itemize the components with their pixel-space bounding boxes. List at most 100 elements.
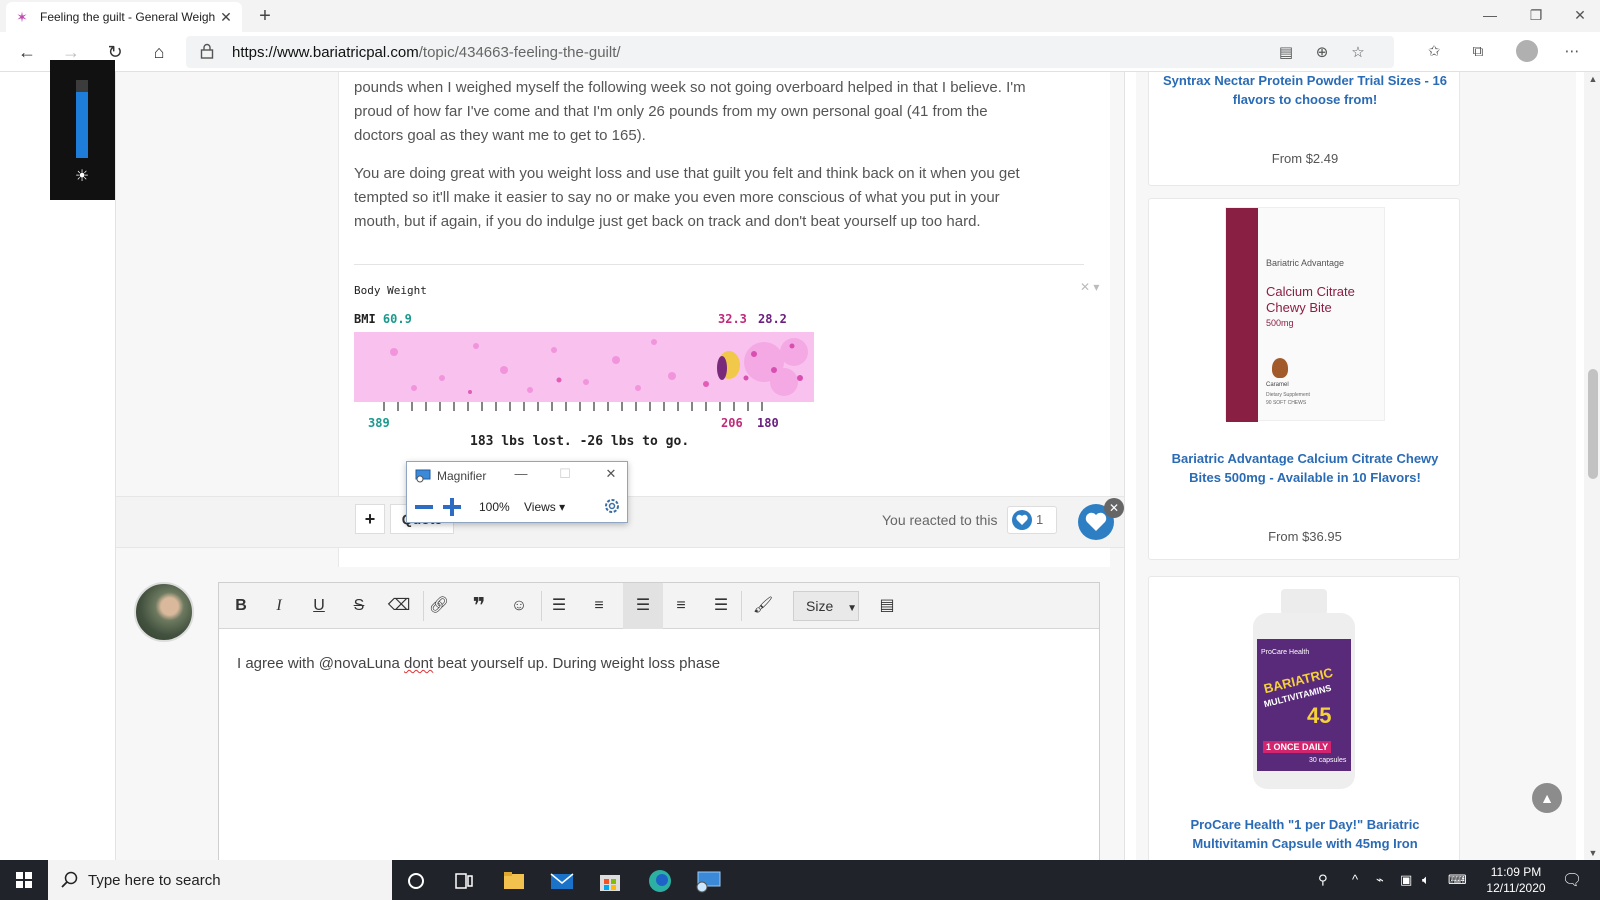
magnifier-maximize-button[interactable]: ☐ [555, 466, 575, 482]
magnifier-icon [415, 469, 431, 483]
product-title[interactable]: ProCare Health "1 per Day!" Bariatric Mu… [1159, 815, 1451, 853]
minimize-button[interactable]: — [1468, 0, 1512, 32]
home-icon[interactable]: ⌂ [144, 38, 174, 66]
notification-icon[interactable]: 🗨︎ [1562, 870, 1582, 890]
strikethrough-icon[interactable]: S [341, 591, 377, 621]
product-price: From $2.49 [1271, 151, 1339, 166]
number-list-icon[interactable]: ≡ [581, 591, 617, 621]
magnifier-title: Magnifier [437, 469, 487, 483]
calcium-package-image[interactable]: Bariatric Advantage Calcium Citrate Chew… [1225, 207, 1385, 422]
editor-text[interactable]: I agree with @novaLuna dont beat yoursel… [237, 655, 720, 672]
collections-icon[interactable]: ⧉ [1468, 42, 1488, 62]
pkg-line2: Chewy Bite [1266, 300, 1332, 315]
product-card[interactable]: ProCare Health BARIATRIC MULTIVITAMINS 4… [1148, 576, 1460, 860]
product-card[interactable]: Syntrax Nectar Protein Powder Trial Size… [1148, 72, 1460, 186]
close-badge-icon[interactable]: ✕ [1104, 498, 1124, 518]
product-card[interactable]: Bariatric Advantage Calcium Citrate Chew… [1148, 198, 1460, 560]
product-title[interactable]: Bariatric Advantage Calcium Citrate Chew… [1159, 449, 1451, 487]
task-view-icon[interactable] [444, 866, 484, 896]
ticker-hide-icon[interactable]: ✕ ▾ [1080, 280, 1099, 294]
magnifier-minimize-button[interactable]: — [511, 466, 531, 481]
back-arrow-icon[interactable]: ← [12, 38, 42, 66]
reacted-text: You reacted to this [882, 512, 998, 528]
maximize-button[interactable]: ❐ [1514, 0, 1558, 32]
post-paragraph-2-line: tempted so it'll make it easier to say n… [354, 189, 1000, 206]
pkg-note2: 90 SOFT CHEWS [1266, 400, 1307, 406]
back-to-top-button[interactable]: ▲ [1532, 783, 1562, 813]
italic-icon[interactable]: I [261, 591, 297, 621]
reply-editor[interactable]: B I U S ⌫ 🔗︎ ❞ ☺ ☰ ≡ ☰ ≡ ☰ 🖌︎ Size ▼ ▤ I… [218, 582, 1100, 860]
favorites-icon[interactable]: ✩ [1424, 42, 1444, 62]
people-icon[interactable]: ⚲ [1318, 872, 1328, 888]
link-icon[interactable]: 🔗︎ [421, 591, 457, 621]
magnifier-titlebar[interactable]: Magnifier — ☐ ✕ [407, 462, 627, 490]
scrollbar-thumb[interactable] [1588, 369, 1598, 479]
bold-icon[interactable]: B [223, 591, 259, 621]
keyboard-icon[interactable]: ⌨ [1448, 872, 1467, 888]
lock-icon[interactable] [200, 43, 214, 59]
ticker-graphic [354, 332, 814, 402]
address-bar[interactable]: https://www.bariatricpal.com/topic/43466… [186, 36, 1394, 68]
post-paragraph-1-line: doctors goal as they want me to get to 1… [354, 127, 646, 144]
taskbar-search[interactable]: Type here to search [48, 860, 392, 900]
underline-icon[interactable]: U [301, 591, 337, 621]
magnifier-taskbar-icon[interactable] [688, 866, 728, 896]
product-title[interactable]: Syntrax Nectar Protein Powder Trial Size… [1159, 72, 1451, 109]
editor-toolbar: B I U S ⌫ 🔗︎ ❞ ☺ ☰ ≡ ☰ ≡ ☰ 🖌︎ Size ▼ ▤ [219, 583, 1099, 629]
caramel-icon [1272, 358, 1288, 378]
eraser-icon[interactable]: ⌫ [381, 591, 417, 621]
edge-icon[interactable] [640, 866, 680, 896]
pkg-line3: 500mg [1266, 318, 1294, 328]
quote-icon[interactable]: ❞ [461, 591, 497, 621]
chevron-down-icon: ▼ [847, 603, 858, 614]
mail-icon[interactable] [542, 866, 582, 896]
close-window-button[interactable]: ✕ [1558, 0, 1600, 32]
browser-tab[interactable]: ✶ Feeling the guilt - General Weigh ✕ [6, 2, 242, 32]
brightness-level[interactable] [76, 92, 88, 158]
source-icon[interactable]: ▤ [869, 591, 905, 621]
scroll-up-icon[interactable]: ▲ [1587, 74, 1599, 84]
windows-start-icon[interactable] [0, 860, 48, 900]
tab-close-icon[interactable]: ✕ [218, 9, 234, 26]
scroll-down-icon[interactable]: ▼ [1587, 848, 1599, 858]
brush-icon[interactable]: 🖌︎ [745, 591, 781, 621]
reaction-badge[interactable] [1007, 506, 1057, 534]
pkg-brand: Bariatric Advantage [1266, 258, 1345, 268]
power-icon[interactable]: ⌁ [1376, 872, 1384, 888]
goal-weight-label: 180 [757, 416, 779, 430]
views-dropdown[interactable]: Views ▾ [524, 500, 565, 514]
more-icon[interactable]: ⋯ [1562, 42, 1582, 62]
align-right-icon[interactable]: ☰ [703, 591, 739, 621]
network-icon[interactable]: ▣ [1400, 872, 1412, 888]
ticker-bmi-goal: 28.2 [758, 312, 787, 326]
avatar [134, 582, 194, 642]
favorite-star-icon[interactable]: ☆ [1348, 43, 1368, 63]
zoom-icon[interactable]: ⊕ [1312, 43, 1332, 63]
profile-icon[interactable] [1516, 40, 1538, 62]
cortana-icon[interactable] [396, 866, 436, 896]
align-left-icon[interactable]: ☰ [623, 583, 663, 629]
align-center-icon[interactable]: ≡ [663, 591, 699, 621]
magnifier-close-button[interactable]: ✕ [601, 466, 621, 482]
read-aloud-icon[interactable]: ▤ [1276, 43, 1296, 63]
post-paragraph-2-line: mouth, but if again, if you do indulge j… [354, 213, 981, 230]
multiquote-button[interactable]: + [355, 504, 385, 534]
show-hidden-icons[interactable]: ^ [1352, 872, 1358, 887]
taskbar: Type here to search ⚲ ^ ⌁ ▣ 🔈︎ ⌨ 11:09 P… [0, 860, 1600, 900]
font-size-dropdown[interactable]: Size ▼ [793, 591, 859, 621]
new-tab-button[interactable]: + [252, 3, 278, 29]
emoji-icon[interactable]: ☺ [501, 591, 537, 621]
search-placeholder: Type here to search [88, 872, 221, 889]
url-text[interactable]: https://www.bariatricpal.com/topic/43466… [232, 44, 621, 61]
gear-icon[interactable] [603, 497, 621, 515]
bullet-list-icon[interactable]: ☰ [541, 591, 577, 621]
multivitamin-bottle-image[interactable]: ProCare Health BARIATRIC MULTIVITAMINS 4… [1249, 589, 1359, 789]
zoom-in-icon[interactable] [441, 496, 463, 518]
system-clock[interactable]: 11:09 PM 12/11/2020 [1476, 864, 1556, 896]
ticker-bmi: BMI 60.9 [354, 312, 412, 326]
volume-icon[interactable]: 🔈︎ [1422, 872, 1430, 888]
store-icon[interactable] [590, 866, 630, 896]
file-explorer-icon[interactable] [494, 866, 534, 896]
magnifier-window[interactable]: Magnifier — ☐ ✕ 100% Views ▾ [406, 461, 628, 523]
zoom-out-icon[interactable] [413, 496, 435, 518]
